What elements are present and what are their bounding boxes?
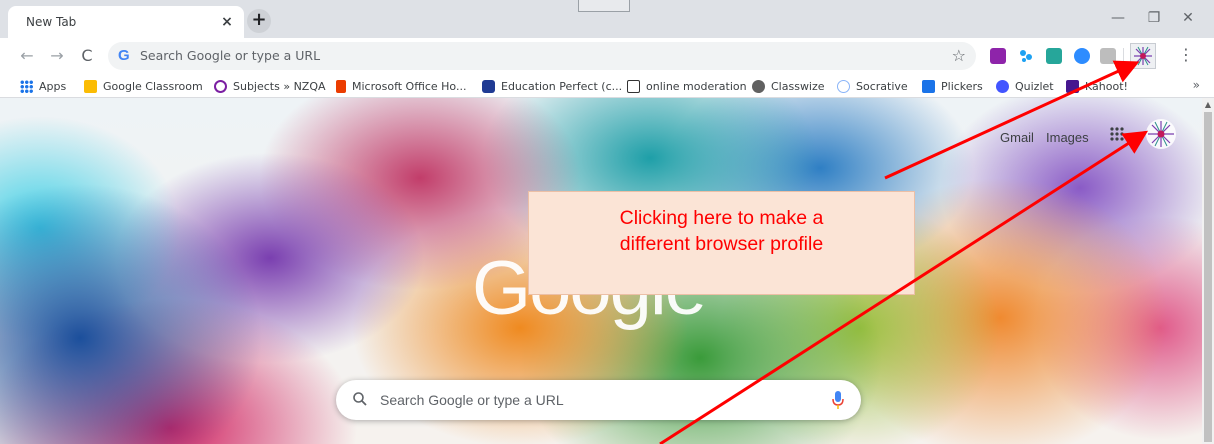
classroom-icon [84, 79, 97, 93]
scroll-thumb[interactable] [1204, 112, 1212, 442]
bookmark-label: Microsoft Office Ho... [352, 79, 467, 93]
bookmark-label: Apps [39, 79, 67, 93]
images-link[interactable]: Images [1046, 130, 1089, 145]
page-scrollbar[interactable]: ▲ [1202, 98, 1214, 444]
tab-close-icon[interactable]: × [216, 11, 238, 33]
account-avatar-icon[interactable] [1145, 118, 1177, 150]
bookmark-nzqa[interactable]: Subjects » NZQA [214, 78, 326, 94]
chrome-menu-icon[interactable]: ⋮ [1178, 45, 1194, 64]
zoom-icon[interactable] [1074, 48, 1090, 64]
search-icon [353, 392, 367, 406]
bookmark-plickers[interactable]: Plickers [922, 78, 983, 94]
bookmark-label: online moderation [646, 79, 747, 93]
forward-button[interactable]: → [46, 45, 68, 67]
bookmark-label: Education Perfect (c... [501, 79, 623, 93]
bookmark-label: Classwize [771, 79, 825, 93]
tab-new-tab[interactable]: New Tab × [8, 6, 244, 38]
apps-grid-icon [20, 79, 33, 93]
restore-button[interactable]: ❐ [1138, 6, 1170, 30]
bookmark-microsoft-office[interactable]: Microsoft Office Ho... [336, 78, 466, 94]
bookmark-quizlet[interactable]: Quizlet [996, 78, 1054, 94]
omnibox-placeholder: Search Google or type a URL [140, 48, 321, 63]
back-button[interactable]: ← [16, 45, 38, 67]
bookmark-classwize[interactable]: Classwize [752, 78, 825, 94]
profile-avatar-icon[interactable] [1130, 43, 1156, 69]
google-g-icon: G [118, 47, 130, 64]
new-tab-button[interactable]: + [247, 9, 271, 33]
minimize-button[interactable]: — [1102, 6, 1134, 30]
tab-title: New Tab [26, 15, 77, 29]
close-window-button[interactable]: ✕ [1172, 6, 1204, 30]
annotation-callout: Clicking here to make a different browse… [528, 191, 915, 295]
moderation-icon [627, 79, 640, 93]
toolbar: ← → C G Search Google or type a URL ☆ ⋮ [0, 38, 1214, 74]
onenote-icon[interactable] [990, 48, 1006, 64]
scroll-up-arrow-icon[interactable]: ▲ [1204, 100, 1212, 109]
toolbar-separator [1123, 48, 1124, 64]
bookmark-google-classroom[interactable]: Google Classroom [84, 78, 203, 94]
socrative-icon [837, 79, 850, 93]
tweetdeck-icon[interactable] [1018, 48, 1034, 64]
bookmark-online-moderation[interactable]: online moderation [627, 78, 747, 94]
bookmark-label: Plickers [941, 79, 983, 93]
tab-strip: New Tab × + — ❐ ✕ [0, 0, 1214, 38]
classroom-ext-icon[interactable] [1046, 48, 1062, 64]
office-icon [336, 79, 346, 93]
search-placeholder: Search Google or type a URL [380, 392, 564, 408]
plickers-icon [922, 79, 935, 93]
annotation-line-1: Clicking here to make a [619, 207, 824, 229]
search-box[interactable]: Search Google or type a URL [336, 380, 861, 420]
nzqa-icon [214, 79, 227, 93]
bookmark-education-perfect[interactable]: Education Perfect (c... [482, 78, 622, 94]
tab-search-handle[interactable] [578, 0, 630, 12]
annotation-line-2: different browser profile [619, 233, 824, 255]
google-apps-icon[interactable] [1110, 126, 1124, 141]
bookmark-apps[interactable]: Apps [20, 78, 66, 94]
microphone-icon[interactable] [831, 390, 845, 410]
classwize-icon [752, 79, 765, 93]
bookmarks-bar: Apps Google Classroom Subjects » NZQA Mi… [0, 74, 1214, 98]
bookmark-star-icon[interactable]: ☆ [952, 46, 966, 65]
omnibox[interactable]: G Search Google or type a URL ☆ [108, 42, 976, 70]
bookmark-kahoot[interactable]: Kahoot! [1066, 78, 1128, 94]
bookmark-label: Socrative [856, 79, 908, 93]
kahoot-icon [1066, 79, 1079, 93]
bookmark-label: Google Classroom [103, 79, 203, 93]
education-perfect-icon [482, 79, 495, 93]
gmail-link[interactable]: Gmail [1000, 130, 1034, 145]
bookmark-socrative[interactable]: Socrative [837, 78, 908, 94]
bookmark-label: Quizlet [1015, 79, 1054, 93]
reload-button[interactable]: C [76, 45, 98, 67]
bookmark-label: Subjects » NZQA [233, 79, 326, 93]
bookmark-label: Kahoot! [1085, 79, 1128, 93]
quizlet-icon [996, 79, 1009, 93]
bookmarks-overflow-button[interactable]: » [1193, 78, 1200, 92]
pdf-icon[interactable] [1100, 48, 1116, 64]
